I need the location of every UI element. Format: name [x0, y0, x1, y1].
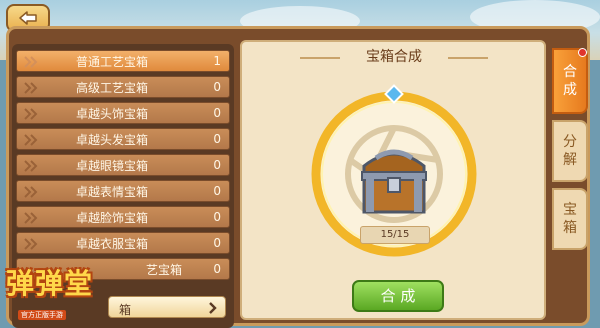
- double-chevron-icon: [24, 212, 38, 224]
- list-item[interactable]: 高级工艺宝箱 0: [16, 76, 230, 98]
- tab-label: 分解: [563, 134, 577, 168]
- list-item-count: 0: [213, 106, 221, 120]
- tab-label: 宝箱: [563, 202, 577, 236]
- list-item-name: 卓越衣服宝箱: [75, 236, 148, 251]
- tab-decompose[interactable]: 分解: [552, 120, 588, 182]
- more-button-label: 箱: [119, 303, 132, 317]
- list-item[interactable]: 卓越眼镜宝箱 0: [16, 154, 230, 176]
- progress-counter: 15/15: [360, 226, 430, 244]
- list-item[interactable]: 卓越脸饰宝箱 0: [16, 206, 230, 228]
- list-item[interactable]: 卓越表情宝箱 0: [16, 180, 230, 202]
- list-item-count: 0: [213, 262, 221, 276]
- list-item-name: 高级工艺宝箱: [75, 80, 148, 95]
- double-chevron-icon: [24, 56, 38, 68]
- panel-title: 宝箱合成: [366, 49, 422, 65]
- double-chevron-icon: [24, 186, 38, 198]
- game-logo: 弹弹堂 官方正版手游: [0, 252, 112, 328]
- list-item[interactable]: 卓越头饰宝箱 0: [16, 102, 230, 124]
- list-item-name: 卓越脸饰宝箱: [75, 210, 148, 225]
- list-item-name: 卓越眼镜宝箱: [75, 158, 148, 173]
- combine-button[interactable]: 合 成: [352, 280, 444, 312]
- list-item-count: 0: [213, 132, 221, 146]
- list-item[interactable]: 卓越头发宝箱 0: [16, 128, 230, 150]
- tab-chest[interactable]: 宝箱: [552, 188, 588, 250]
- double-chevron-icon: [24, 160, 38, 172]
- double-chevron-icon: [24, 134, 38, 146]
- list-item-count: 0: [213, 210, 221, 224]
- back-arrow-icon: [19, 11, 37, 25]
- list-item[interactable]: 卓越衣服宝箱 0: [16, 232, 230, 254]
- list-item-count: 1: [213, 54, 221, 68]
- tab-label: 合成: [563, 64, 577, 98]
- logo-title: 弹弹堂: [6, 267, 94, 300]
- list-item-name: 卓越表情宝箱: [75, 184, 148, 199]
- list-item-name: 普通工艺宝箱: [75, 54, 148, 69]
- list-item-count: 0: [213, 158, 221, 172]
- title-divider: [448, 57, 488, 59]
- list-item-count: 0: [213, 80, 221, 94]
- double-chevron-icon: [24, 82, 38, 94]
- double-chevron-icon: [24, 238, 38, 250]
- synthesis-panel: 宝箱合成 15/15 合 成: [240, 40, 546, 320]
- list-item-count: 0: [213, 184, 221, 198]
- treasure-chest-icon: [361, 149, 427, 214]
- list-item-count: 0: [213, 236, 221, 250]
- tab-combine[interactable]: 合成: [552, 48, 588, 114]
- notification-dot: [578, 48, 587, 57]
- more-button[interactable]: 箱: [108, 296, 226, 318]
- list-item-name: 卓越头发宝箱: [75, 132, 148, 147]
- list-item-name: 卓越头饰宝箱: [75, 106, 148, 121]
- double-chevron-icon: [24, 108, 38, 120]
- logo-subtitle: 官方正版手游: [18, 310, 66, 320]
- list-item[interactable]: 普通工艺宝箱 1: [16, 50, 230, 72]
- chevron-right-icon: [209, 302, 217, 314]
